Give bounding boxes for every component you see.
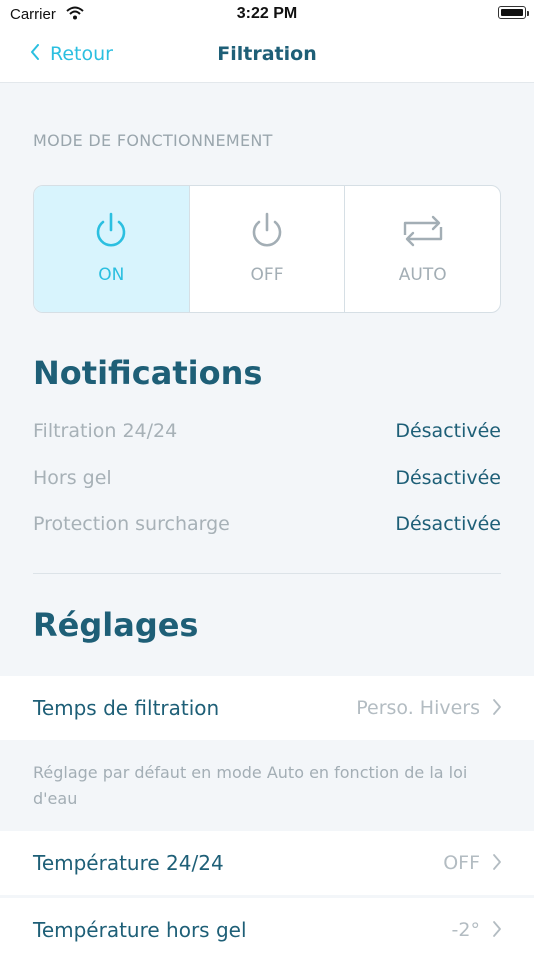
- repeat-icon: [403, 215, 442, 247]
- status-bar: Carrier 3:22 PM: [0, 0, 534, 28]
- filtration-time-cell[interactable]: Temps de filtration Perso. Hivers: [0, 676, 534, 740]
- mode-auto-button[interactable]: AUTO: [345, 186, 500, 312]
- notification-label: Filtration 24/24: [33, 420, 178, 442]
- settings-heading: Réglages: [33, 606, 199, 644]
- battery-icon: [498, 6, 529, 19]
- mode-off-button[interactable]: OFF: [190, 186, 346, 312]
- notifications-heading: Notifications: [33, 354, 263, 392]
- notification-row: Filtration 24/24 Désactivée: [33, 420, 501, 446]
- mode-section-label: MODE DE FONCTIONNEMENT: [33, 131, 273, 150]
- mode-off-label: OFF: [250, 265, 284, 285]
- section-divider: [33, 573, 501, 574]
- temperature-24-value: OFF: [443, 852, 480, 874]
- temperature-frost-cell[interactable]: Température hors gel -2°: [0, 898, 534, 962]
- page-title: Filtration: [217, 43, 317, 65]
- temperature-frost-label: Température hors gel: [33, 918, 247, 942]
- mode-on-button[interactable]: ON: [34, 186, 190, 312]
- chevron-right-icon: [492, 698, 502, 720]
- clock: 3:22 PM: [236, 5, 298, 22]
- temperature-24-label: Température 24/24: [33, 851, 224, 875]
- notification-row: Protection surcharge Désactivée: [33, 513, 501, 539]
- power-icon: [252, 212, 282, 247]
- notification-status: Désactivée: [395, 420, 501, 442]
- filtration-time-note: Réglage par défaut en mode Auto en fonct…: [33, 763, 468, 808]
- navigation-bar: Retour Filtration: [0, 28, 534, 83]
- chevron-right-icon: [492, 920, 502, 942]
- notification-label: Protection surcharge: [33, 513, 230, 535]
- notification-status: Désactivée: [395, 467, 501, 489]
- notification-row: Hors gel Désactivée: [33, 467, 501, 493]
- power-icon: [97, 212, 126, 247]
- mode-auto-label: AUTO: [398, 265, 447, 285]
- filtration-time-value: Perso. Hivers: [356, 697, 480, 719]
- temperature-frost-value: -2°: [451, 919, 480, 941]
- mode-selector: ON OFF AUTO: [33, 185, 501, 313]
- mode-on-label: ON: [98, 265, 125, 285]
- notification-label: Hors gel: [33, 467, 112, 489]
- chevron-right-icon: [492, 853, 502, 875]
- temperature-24-cell[interactable]: Température 24/24 OFF: [0, 831, 534, 895]
- filtration-time-label: Temps de filtration: [33, 696, 220, 720]
- notification-status: Désactivée: [395, 513, 501, 535]
